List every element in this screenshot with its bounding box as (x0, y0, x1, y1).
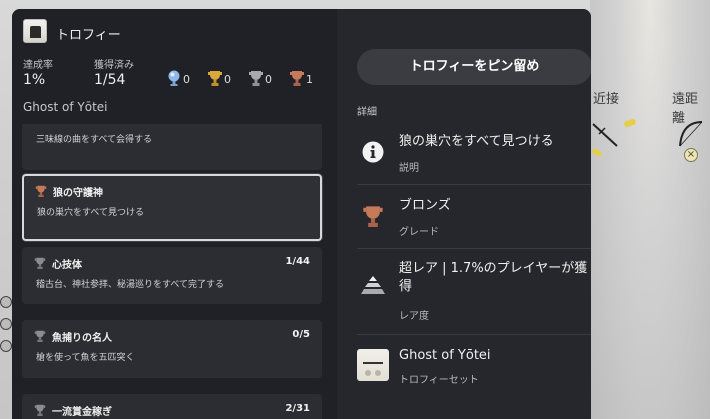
bow-icon (679, 121, 703, 147)
gold-count: 0 (208, 70, 231, 86)
earned-label: 獲得済み (94, 60, 134, 71)
detail-main: ブロンズ (399, 198, 451, 213)
detail-trophy-set: Ghost of Yōtei トロフィーセット (357, 335, 591, 395)
detail-sub: レア度 (399, 311, 429, 322)
game-background (590, 0, 710, 419)
detail-main: 狼の巣穴をすべて見つける (399, 134, 554, 149)
detail-sub: トロフィーセット (399, 375, 479, 386)
silver-count-value: 0 (265, 73, 272, 86)
trophy-row[interactable]: 心技体 1/44 稽古台、神社参拝、秘湯巡りをすべて完了する (22, 247, 322, 304)
trophy-panel: トロフィー 達成率 1% 獲得済み 1/54 0 0 0 1 Ghost of … (12, 9, 591, 419)
detail-header: 詳細 (357, 107, 377, 118)
silver-trophy-icon (249, 71, 263, 86)
locked-trophy-icon (34, 257, 46, 269)
earned-value: 1/54 (94, 72, 126, 88)
trophy-list-column: トロフィー 達成率 1% 獲得済み 1/54 0 0 0 1 Ghost of … (12, 9, 337, 419)
trophy-row[interactable]: 魚捕りの名人 0/5 槍を使って魚を五匹突く (22, 320, 322, 378)
pin-trophy-button[interactable]: トロフィーをピン留め (357, 49, 591, 85)
silver-count: 0 (249, 70, 272, 86)
info-icon (357, 136, 389, 168)
bronze-count: 1 (290, 70, 313, 86)
platinum-count-value: 0 (183, 73, 190, 86)
detail-grade: ブロンズ グレード (357, 185, 591, 249)
locked-trophy-icon (34, 404, 46, 416)
trophy-description: 狼の巣穴をすべて見つける (37, 208, 145, 218)
trophy-progress: 1/44 (285, 256, 310, 267)
bronze-count-value: 1 (306, 73, 313, 86)
detail-sub: グレード (399, 227, 439, 238)
locked-trophy-icon (34, 330, 46, 342)
trophy-name: 心技体 (52, 260, 82, 271)
trophy-description: 三味線の曲をすべて会得する (36, 135, 153, 145)
rarity-pyramid-icon (357, 269, 389, 301)
trophy-progress: 2/31 (285, 403, 310, 414)
platinum-trophy-icon (168, 70, 180, 86)
bronze-trophy-icon (290, 71, 304, 86)
detail-main: Ghost of Yōtei (399, 348, 491, 363)
melee-weapon-label: 近接 (593, 92, 620, 107)
game-name: Ghost of Yōtei (23, 100, 108, 114)
gold-trophy-icon (208, 71, 222, 86)
katana-icon (592, 123, 618, 147)
trophy-progress: 0/5 (292, 329, 310, 340)
trophy-detail-column: トロフィーをピン留め 詳細 狼の巣穴をすべて見つける 説明 ブロンズ グレード … (337, 9, 591, 419)
trophy-name: 魚捕りの名人 (52, 333, 112, 344)
detail-rarity: 超レア | 1.7%のプレイヤーが獲得 レア度 (357, 249, 591, 335)
detail-main: 超レア | 1.7%のプレイヤーが獲得 (399, 261, 588, 294)
detail-sub: 説明 (399, 163, 419, 174)
detail-description: 狼の巣穴をすべて見つける 説明 (357, 127, 591, 185)
platinum-count: 0 (167, 70, 190, 86)
trophy-name: 一流賞金稼ぎ (52, 407, 112, 418)
panel-title: トロフィー (56, 28, 121, 43)
bronze-trophy-icon (357, 200, 389, 232)
controller-button-icon (0, 296, 12, 308)
trophy-row-selected[interactable]: 狼の守護神 狼の巣穴をすべて見つける (22, 174, 322, 241)
completion-rate-value: 1% (23, 72, 46, 88)
gold-count-value: 0 (224, 73, 231, 86)
trophy-description: 槍を使って魚を五匹突く (36, 353, 135, 363)
controller-button-icon (0, 340, 12, 352)
trophy-row[interactable]: 三味線の曲をすべて会得する (22, 124, 322, 170)
trophy-name: 狼の守護神 (53, 188, 103, 199)
controller-button-icon (0, 318, 12, 330)
trophy-description: 稽古台、神社参拝、秘湯巡りをすべて完了する (36, 280, 225, 290)
trophy-row[interactable]: 一流賞金稼ぎ 2/31 (22, 394, 322, 419)
cross-marker-icon: × (684, 148, 698, 162)
bronze-trophy-icon (35, 185, 47, 197)
trophy-list[interactable]: 三味線の曲をすべて会得する 狼の守護神 狼の巣穴をすべて見つける 心技体 1/4… (22, 124, 324, 419)
game-thumbnail (23, 19, 47, 43)
game-cover-icon (357, 349, 389, 381)
completion-rate-label: 達成率 (23, 60, 53, 71)
